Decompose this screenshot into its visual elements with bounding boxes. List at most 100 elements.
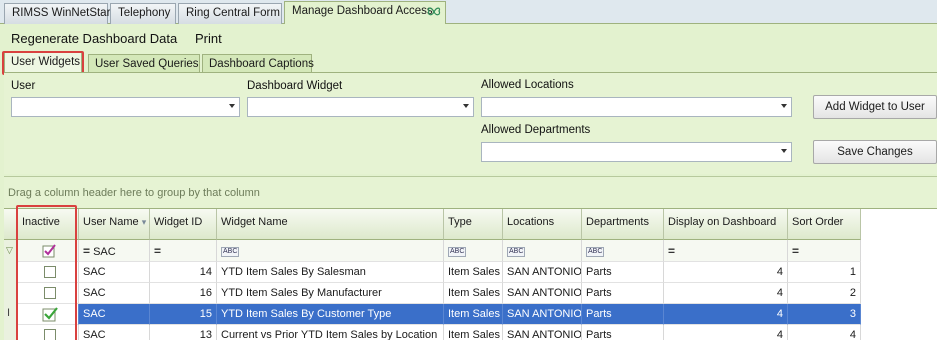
column-header-display-on-dashboard[interactable]: Display on Dashboard [664,209,788,240]
table-row[interactable]: SAC 14 YTD Item Sales By Salesman Item S… [4,262,861,283]
text-filter-icon: ABC [221,247,240,257]
user-name-cell[interactable]: SAC [79,325,150,340]
filter-widget-name-cell[interactable]: ABC [217,240,444,262]
column-header-sort-order[interactable]: Sort Order [788,209,861,240]
locations-cell[interactable]: SAN ANTONIO [503,283,582,304]
add-widget-to-user-button[interactable]: Add Widget to User [813,95,937,119]
equals-icon: = [154,244,162,258]
tab-telephony[interactable]: Telephony [110,3,176,24]
filter-departments-cell[interactable]: ABC [582,240,664,262]
tab-label: Ring Central Form [186,7,280,19]
column-header-departments[interactable]: Departments [582,209,664,240]
filter-display-cell[interactable]: = [664,240,788,262]
group-by-panel[interactable]: Drag a column header here to group by th… [4,176,937,208]
filter-icon[interactable]: ▾ [142,217,147,227]
document-tab-strip: RIMSS WinNetStar Telephony Ring Central … [0,0,937,25]
allowed-locations-combo[interactable] [481,97,792,117]
tab-dashboard-captions[interactable]: Dashboard Captions [202,54,314,73]
tab-ring-central-form[interactable]: Ring Central Form [178,3,282,24]
departments-cell[interactable]: Parts [582,325,664,340]
column-header-type[interactable]: Type [444,209,503,240]
sort-order-cell[interactable]: 1 [788,262,861,283]
widget-form-panel [4,72,937,174]
edit-cursor-icon: I [7,307,11,319]
regenerate-dashboard-data-menu[interactable]: Regenerate Dashboard Data [11,31,177,46]
tab-rimss-winnetstar[interactable]: RIMSS WinNetStar [4,3,111,24]
print-menu[interactable]: Print [195,31,222,46]
tab-label: RIMSS WinNetStar [12,7,111,19]
allowed-departments-label: Allowed Departments [481,124,591,136]
widget-name-cell[interactable]: YTD Item Sales By Salesman [217,262,444,283]
type-cell[interactable]: Item Sales [444,283,503,304]
tab-label: User Saved Queries [95,58,199,70]
chevron-down-icon [229,104,235,108]
display-cell[interactable]: 4 [664,325,788,340]
equals-icon: = [668,244,676,258]
tab-label: Telephony [118,7,171,19]
equals-icon: = [792,244,800,258]
user-name-cell[interactable]: SAC [79,262,150,283]
group-by-hint: Drag a column header here to group by th… [8,187,260,199]
widget-id-cell[interactable]: 13 [150,325,217,340]
tab-label: Dashboard Captions [209,58,314,70]
widget-id-cell[interactable]: 16 [150,283,217,304]
allowed-departments-combo[interactable] [481,142,792,162]
tab-manage-dashboard-access[interactable]: Manage Dashboard Access [284,1,446,25]
equals-icon: = [83,244,91,258]
departments-cell[interactable]: Parts [582,262,664,283]
widget-name-cell[interactable]: YTD Item Sales By Customer Type [217,304,444,325]
display-cell[interactable]: 4 [664,283,788,304]
filter-user-value: SAC [93,246,116,258]
filter-widget-id-cell[interactable]: = [150,240,217,262]
user-widgets-grid: Inactive User Name ▾ Widget ID Widget Na… [4,208,937,340]
column-header-widget-name[interactable]: Widget Name [217,209,444,240]
locations-cell[interactable]: SAN ANTONIO [503,304,582,325]
filter-type-cell[interactable]: ABC [444,240,503,262]
tab-user-saved-queries[interactable]: User Saved Queries [88,54,200,73]
user-combo[interactable] [11,97,240,117]
widget-name-cell[interactable]: Current vs Prior YTD Item Sales by Locat… [217,325,444,340]
table-row-selected[interactable]: I SAC 15 YTD Item Sales By Customer Type… [4,304,861,325]
departments-cell[interactable]: Parts [582,304,664,325]
user-name-cell[interactable]: SAC [79,304,150,325]
butterfly-icon[interactable] [427,5,441,19]
column-header-user-name[interactable]: User Name ▾ [79,209,150,240]
widget-id-cell[interactable]: 14 [150,262,217,283]
funnel-icon: ▽ [6,245,13,255]
filter-user-name-cell[interactable]: = SAC [79,240,150,262]
text-filter-icon: ABC [586,247,605,257]
grid-header-row: Inactive User Name ▾ Widget ID Widget Na… [4,209,861,240]
departments-cell[interactable]: Parts [582,283,664,304]
header-label: User Name [83,216,139,228]
sort-order-cell[interactable]: 2 [788,283,861,304]
filter-locations-cell[interactable]: ABC [503,240,582,262]
column-header-locations[interactable]: Locations [503,209,582,240]
type-cell[interactable]: Item Sales [444,325,503,340]
widget-id-cell[interactable]: 15 [150,304,217,325]
dashboard-widget-label: Dashboard Widget [247,80,343,92]
text-filter-icon: ABC [448,247,467,257]
table-row[interactable]: SAC 13 Current vs Prior YTD Item Sales b… [4,325,861,340]
highlight-inactive-column [16,205,77,340]
display-cell[interactable]: 4 [664,262,788,283]
save-changes-button[interactable]: Save Changes [813,140,937,164]
chevron-down-icon [781,149,787,153]
tab-label: Manage Dashboard Access [292,5,433,17]
display-cell[interactable]: 4 [664,304,788,325]
column-header-widget-id[interactable]: Widget ID [150,209,217,240]
text-filter-icon: ABC [507,247,526,257]
locations-cell[interactable]: SAN ANTONIO [503,325,582,340]
dashboard-widget-combo[interactable] [247,97,474,117]
user-name-cell[interactable]: SAC [79,283,150,304]
sort-order-cell[interactable]: 4 [788,325,861,340]
table-row[interactable]: SAC 16 YTD Item Sales By Manufacturer It… [4,283,861,304]
locations-cell[interactable]: SAN ANTONIO [503,262,582,283]
filter-sort-order-cell[interactable]: = [788,240,861,262]
sort-order-cell[interactable]: 3 [788,304,861,325]
type-cell[interactable]: Item Sales [444,304,503,325]
widget-name-cell[interactable]: YTD Item Sales By Manufacturer [217,283,444,304]
filter-row: ▽ = SAC = ABC ABC ABC ABC = = [4,240,861,262]
type-cell[interactable]: Item Sales [444,262,503,283]
chevron-down-icon [463,104,469,108]
chevron-down-icon [781,104,787,108]
